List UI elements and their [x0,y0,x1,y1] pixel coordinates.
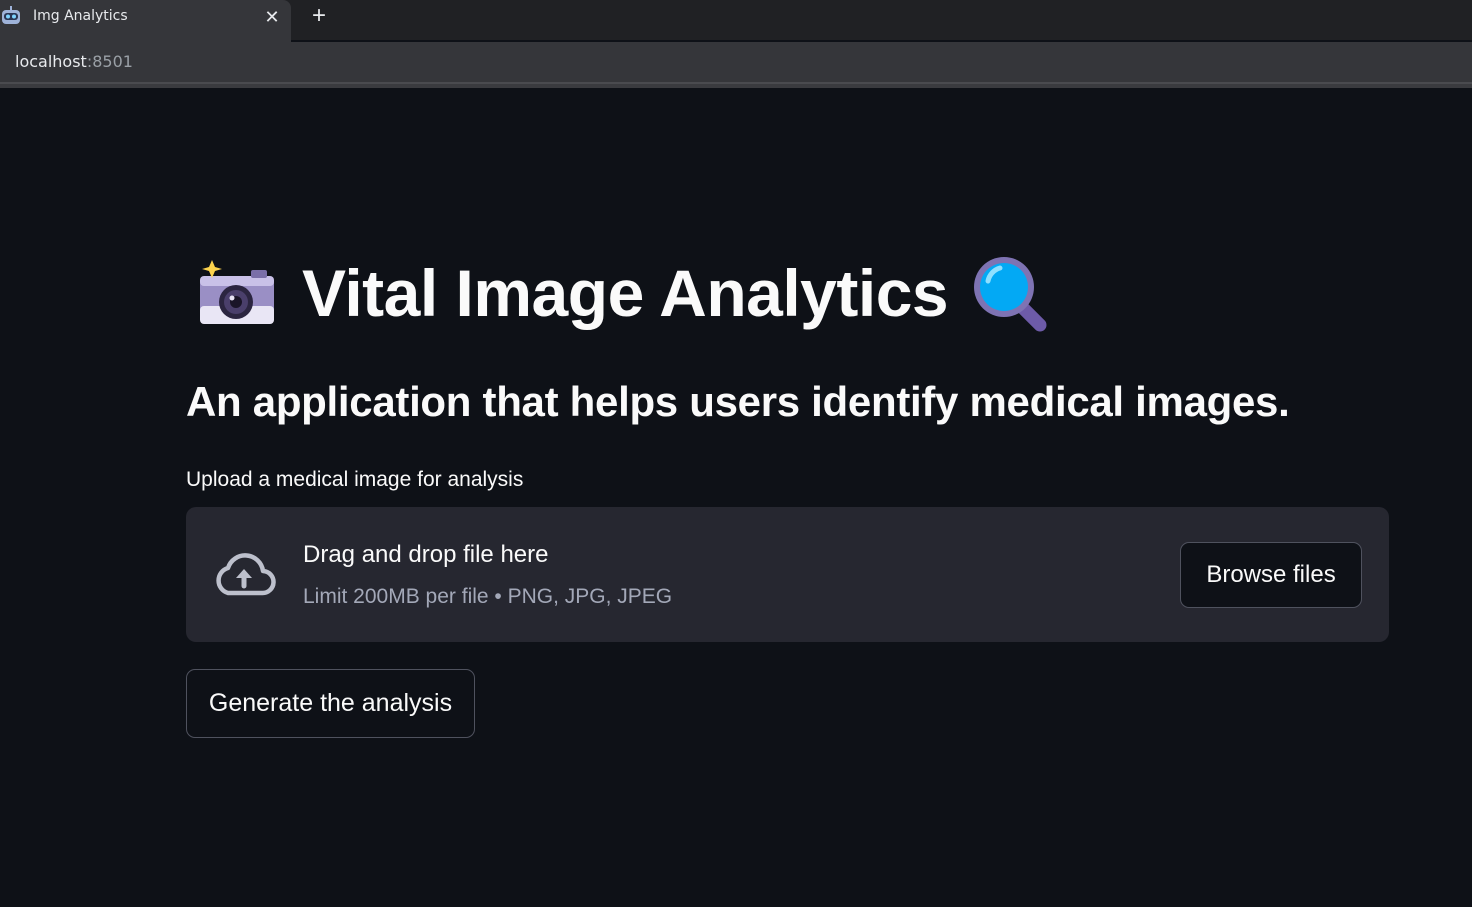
cloud-upload-icon [212,551,276,597]
url-field[interactable]: localhost:8501 [15,52,133,71]
url-host: localhost [15,52,87,71]
robot-icon [0,6,22,26]
generate-analysis-button[interactable]: Generate the analysis [186,669,475,738]
title-row: Vital Image Analytics [196,248,1050,338]
browser-tab[interactable]: Img Analytics ✕ [0,0,291,42]
dropzone-instructions: Drag and drop file here [303,541,549,568]
close-icon[interactable]: ✕ [262,8,282,28]
plus-icon[interactable]: + [306,4,332,30]
address-bar[interactable]: localhost:8501 [0,42,1472,84]
page-subtitle: An application that helps users identify… [186,378,1290,425]
uploader-label: Upload a medical image for analysis [186,468,524,491]
tab-title: Img Analytics [33,8,128,24]
camera-with-flash-icon [196,258,276,328]
url-port: :8501 [86,52,133,71]
browse-files-button[interactable]: Browse files [1180,542,1362,608]
app-main: Vital Image Analytics An application tha… [0,88,1472,907]
magnifying-glass-icon [970,253,1050,333]
page-title: Vital Image Analytics [302,256,949,330]
dropzone-limit: Limit 200MB per file • PNG, JPG, JPEG [303,585,673,608]
file-dropzone[interactable]: Drag and drop file here Limit 200MB per … [186,507,1389,642]
browser-tab-bar: Img Analytics ✕ + [0,0,1472,42]
